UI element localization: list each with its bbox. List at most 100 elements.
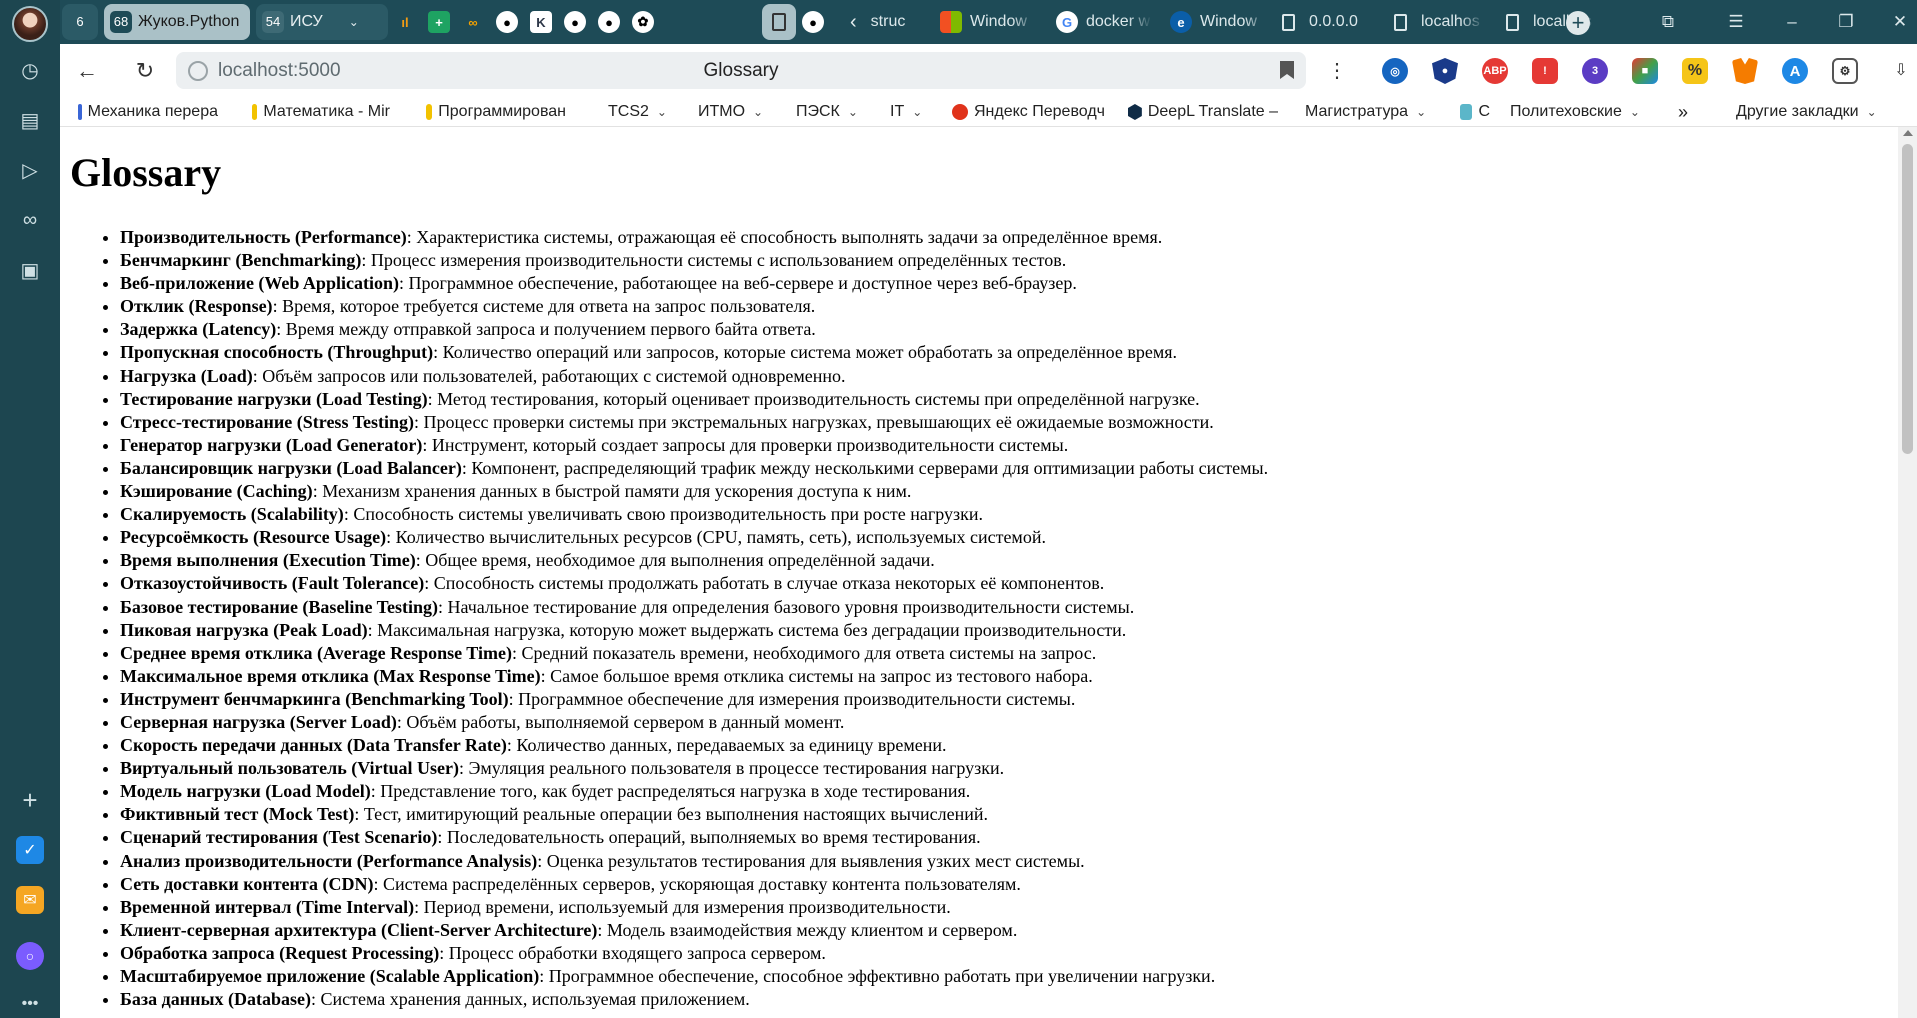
tab-struc[interactable]: ‹ struc <box>850 4 928 40</box>
bookmark-folder[interactable]: IT ⌄ <box>890 101 922 123</box>
tasks-icon[interactable]: ✓ <box>16 836 44 864</box>
metamask-extension-icon[interactable] <box>1732 58 1758 84</box>
glossary-item: Масштабируемое приложение (Scalable Appl… <box>120 965 1268 988</box>
bookmarks-bar: Механика перера Математика - Mir Програм… <box>60 97 1917 127</box>
more-bookmarks-button[interactable]: » <box>1678 101 1688 123</box>
adblock-extension-icon[interactable]: ABP <box>1482 58 1508 84</box>
glossary-definition: : Метод тестирования, который оценивает … <box>427 388 1200 409</box>
back-button[interactable]: ← <box>72 56 102 86</box>
tab-label: 0.0.0.0 <box>1309 13 1358 30</box>
glossary-term: Временной интервал (Time Interval) <box>120 896 415 917</box>
glossary-item: Пиковая нагрузка (Peak Load): Максимальн… <box>120 619 1268 642</box>
more-icon[interactable]: ••• <box>16 990 44 1018</box>
tab-pinned-3[interactable]: ∞ <box>462 4 490 40</box>
bookmark-folder[interactable]: ПЭСК ⌄ <box>796 101 858 123</box>
github-icon: ● <box>564 11 586 33</box>
media-play-icon[interactable]: ▷ <box>16 156 44 184</box>
bookmark-item[interactable]: C <box>1460 101 1490 123</box>
tab-group-6[interactable]: 6 <box>62 4 98 40</box>
tab-pinned-active[interactable] <box>762 4 796 40</box>
history-icon[interactable]: ◷ <box>16 56 44 84</box>
chevron-down-icon: ⌄ <box>1866 105 1877 119</box>
shield-extension-icon[interactable]: ● <box>1432 58 1458 84</box>
exclaim-extension-icon[interactable]: ! <box>1532 58 1558 84</box>
bookmark-item[interactable]: Механика перера <box>78 101 218 123</box>
chevron-down-icon[interactable]: ⌄ <box>349 15 359 29</box>
reload-button[interactable]: ↻ <box>130 56 160 86</box>
tab-localhost-1[interactable]: localhos <box>1394 4 1484 40</box>
tab-pinned-8[interactable]: ✿ <box>632 4 660 40</box>
tab-zhukov-python[interactable]: 68 Жуков.Python <box>104 4 250 40</box>
profile-avatar[interactable] <box>12 6 48 42</box>
tab-pinned-2[interactable]: + <box>428 4 456 40</box>
other-bookmarks-folder[interactable]: Другие закладки ⌄ <box>1736 101 1877 123</box>
glossary-definition: : Тест, имитирующий реальные операции бе… <box>354 804 989 825</box>
kebab-menu-icon[interactable]: ⋮ <box>1322 56 1352 86</box>
bookmark-item[interactable]: Яндекс Переводч <box>952 101 1112 123</box>
chevron-down-icon: ⌄ <box>1416 105 1427 119</box>
scroll-up-arrow-icon[interactable] <box>1903 130 1913 136</box>
tab-pinned-7[interactable]: ● <box>598 4 626 40</box>
add-panel-icon[interactable]: + <box>16 785 44 815</box>
bookmark-folder[interactable]: Магистратура ⌄ <box>1305 101 1426 123</box>
notify-extension-icon[interactable]: 3 <box>1582 58 1608 84</box>
page-scrollbar[interactable] <box>1898 127 1917 1018</box>
github-icon: ● <box>496 11 518 33</box>
back-arrow-icon: ‹ <box>850 10 857 33</box>
tab-windows-1[interactable]: Window <box>940 4 1036 40</box>
tab-pinned-1[interactable]: ıl <box>394 4 422 40</box>
glossary-term: Веб-приложение (Web Application) <box>120 273 399 294</box>
menu-icon[interactable]: ☰ <box>1722 10 1750 34</box>
glossary-definition: : Объём работы, выполняемой сервером в д… <box>396 711 845 732</box>
tab-pinned-6[interactable]: ● <box>564 4 592 40</box>
tab-isu[interactable]: 54 ИСУ ⌄ <box>256 4 388 40</box>
bookmark-folder[interactable]: ИТМО ⌄ <box>698 101 763 123</box>
mail-icon[interactable]: ✉ <box>16 886 44 914</box>
glossary-item: Серверная нагрузка (Server Load): Объём … <box>120 711 1268 734</box>
tab-pinned-4[interactable]: ● <box>496 4 524 40</box>
bookmark-folder[interactable]: TCS2 ⌄ <box>608 101 667 123</box>
glossary-item: Нагрузка (Load): Объём запросов или поль… <box>120 365 1268 388</box>
bookmark-item[interactable]: Математика - Mir <box>252 101 390 123</box>
puzzle-extension-icon[interactable]: ⚙ <box>1832 58 1858 84</box>
glossary-item: Среднее время отклика (Average Response … <box>120 642 1268 665</box>
glossary-item: Инструмент бенчмаркинга (Benchmarking To… <box>120 688 1268 711</box>
bookmark-item[interactable]: Программирован <box>426 101 566 123</box>
minimize-icon[interactable]: – <box>1778 10 1806 34</box>
close-icon[interactable]: ✕ <box>1886 10 1914 34</box>
tab-list-icon[interactable]: ⧉ <box>1654 10 1682 34</box>
color-extension-icon[interactable]: ■ <box>1632 58 1658 84</box>
document-icon <box>1506 13 1519 31</box>
translate-extension-icon[interactable]: A <box>1782 58 1808 84</box>
page-content: Glossary Производительность (Performance… <box>60 127 1898 1018</box>
collections-icon[interactable]: ▤ <box>16 106 44 134</box>
tab-pinned-9[interactable]: ● <box>802 4 830 40</box>
tab-pinned-5[interactable]: K <box>530 4 558 40</box>
glossary-item: Временной интервал (Time Interval): Пери… <box>120 896 1268 919</box>
bookmark-folder[interactable]: Политеховские ⌄ <box>1510 101 1640 123</box>
infinity-icon[interactable]: ∞ <box>16 206 44 234</box>
screenshot-icon[interactable]: ▣ <box>16 256 44 284</box>
address-bar[interactable]: localhost:5000 Glossary <box>176 52 1306 89</box>
tab-docker[interactable]: G docker w <box>1056 4 1152 40</box>
restore-icon[interactable]: ❐ <box>1832 10 1860 34</box>
glossary-term: Модель нагрузки (Load Model) <box>120 781 371 802</box>
download-icon[interactable]: ⇩ <box>1886 56 1916 86</box>
alice-icon[interactable]: ○ <box>16 942 44 970</box>
scrollbar-thumb[interactable] <box>1902 144 1913 454</box>
tab-0000[interactable]: 0.0.0.0 <box>1282 4 1378 40</box>
tab-windows-2[interactable]: e Window <box>1170 4 1268 40</box>
glossary-item: Производительность (Performance): Характ… <box>120 226 1268 249</box>
glossary-term: Максимальное время отклика (Max Response… <box>120 665 541 686</box>
glossary-term: Анализ производительности (Performance A… <box>120 850 538 871</box>
link-icon <box>1460 104 1473 120</box>
glossary-item: Ресурсоёмкость (Resource Usage): Количес… <box>120 526 1268 549</box>
bookmark-item[interactable]: DeepL Translate – <box>1128 101 1278 123</box>
glossary-definition: : Механизм хранения данных в быстрой пам… <box>312 481 912 502</box>
edge-icon: e <box>1170 11 1192 33</box>
tab-strip: 6 68 Жуков.Python 54 ИСУ ⌄ ıl + ∞ ● K ● … <box>60 0 1917 44</box>
globe-extension-icon[interactable]: ◎ <box>1382 58 1408 84</box>
percent-extension-icon[interactable]: % <box>1682 58 1708 84</box>
new-tab-button[interactable]: + <box>1566 11 1590 35</box>
glossary-item: Сеть доставки контента (CDN): Система ра… <box>120 873 1268 896</box>
